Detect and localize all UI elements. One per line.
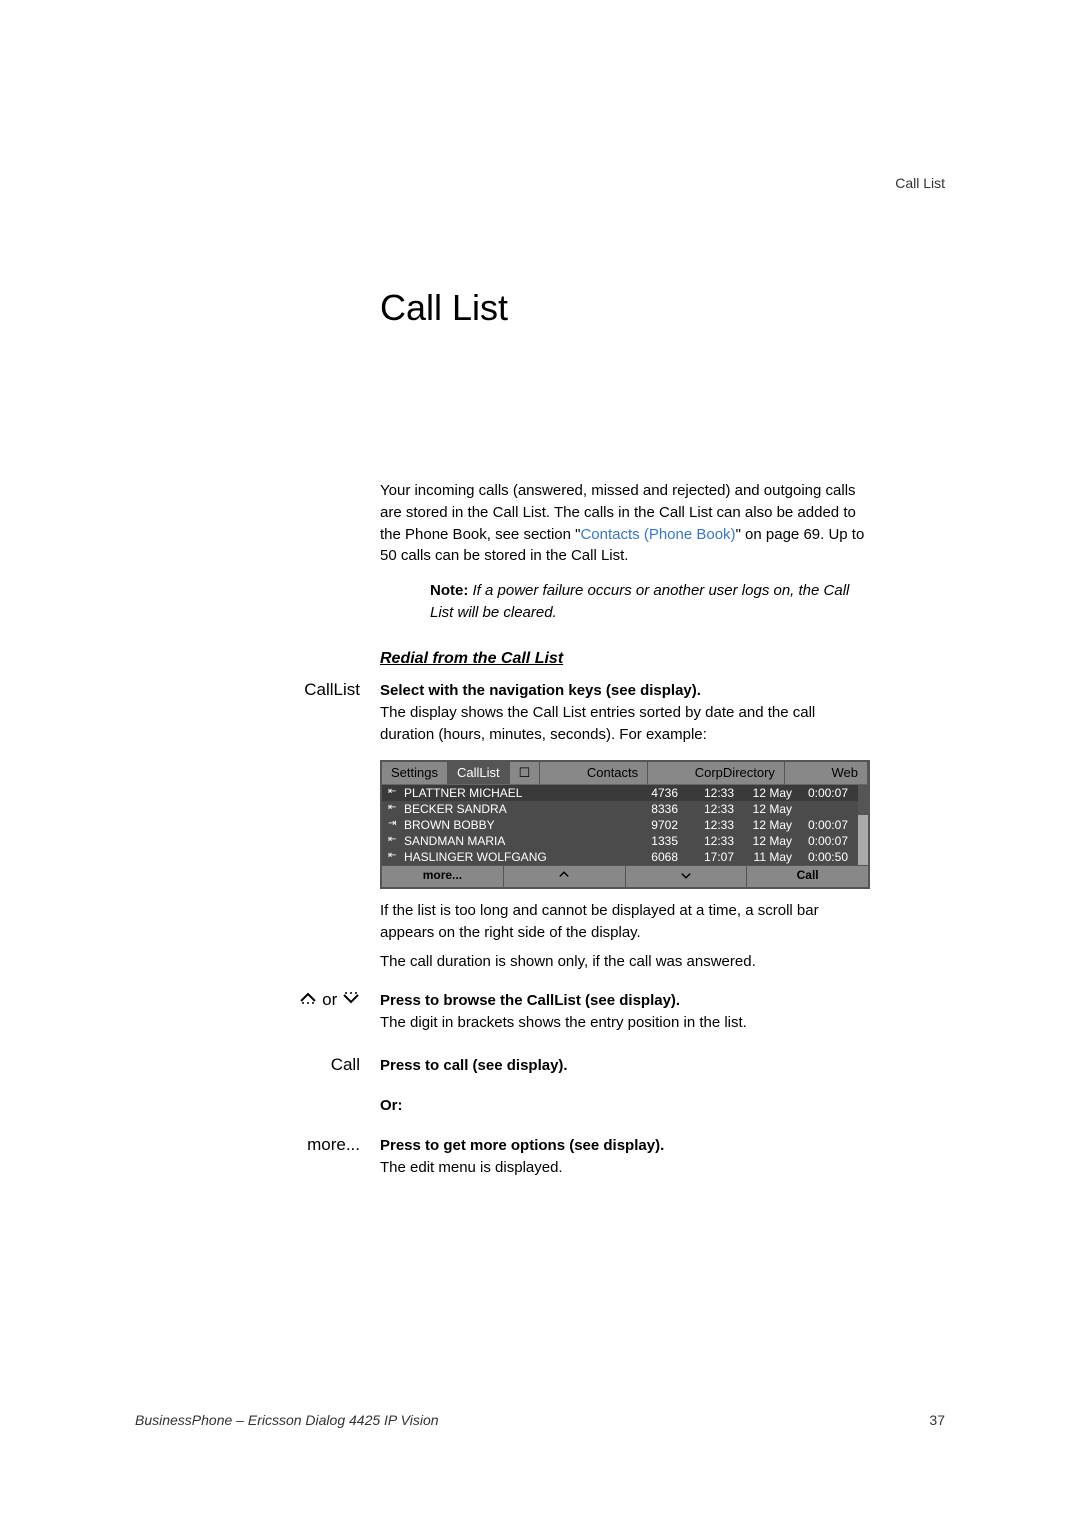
incoming-call-icon: ⇤ (388, 850, 404, 864)
phone-tabs: Settings CallList ☐ Contacts CorpDirecto… (382, 762, 868, 785)
or-bold: Or: (380, 1095, 870, 1117)
row-ext: 4736 (640, 786, 688, 800)
softkey-nav-down-icon[interactable] (626, 866, 748, 887)
row-name: SANDMAN MARIA (404, 834, 640, 848)
more-text: The edit menu is displayed. (380, 1157, 870, 1179)
instruction-call: Call Press to call (see display). (230, 1055, 870, 1077)
softkey-nav-up-icon[interactable] (504, 866, 626, 887)
footer-product: BusinessPhone – Ericsson Dialog 4425 IP … (135, 1412, 439, 1428)
row-time: 17:07 (688, 850, 734, 864)
outgoing-call-icon: ⇥ (388, 818, 404, 832)
tab-blank[interactable]: ☐ (510, 762, 541, 784)
tab-corpdirectory[interactable]: CorpDirectory (686, 762, 785, 784)
instruction-or: Or: (230, 1095, 870, 1117)
or-text: or (322, 990, 342, 1009)
row-time: 12:33 (688, 802, 734, 816)
scrollbar[interactable] (858, 785, 868, 865)
instruction-more: more... Press to get more options (see d… (230, 1135, 870, 1179)
list-item[interactable]: ⇤ BECKER SANDRA 8336 12:33 12 May (382, 801, 858, 817)
tab-calllist[interactable]: CallList (448, 762, 510, 784)
incoming-call-icon: ⇤ (388, 802, 404, 816)
calllist-text: The display shows the Call List entries … (380, 702, 870, 746)
softkey-more[interactable]: more... (382, 866, 504, 887)
tab-contacts[interactable]: Contacts (578, 762, 648, 784)
list-item[interactable]: ⇤ PLATTNER MICHAEL 4736 12:33 12 May 0:0… (382, 785, 858, 801)
page-footer: BusinessPhone – Ericsson Dialog 4425 IP … (135, 1412, 945, 1428)
row-date: 12 May (734, 786, 792, 800)
instruction-calllist: CallList Select with the navigation keys… (230, 680, 870, 745)
row-duration: 0:00:07 (792, 786, 852, 800)
scroll-thumb[interactable] (858, 785, 868, 815)
intro-paragraph: Your incoming calls (answered, missed an… (380, 480, 870, 567)
list-item[interactable]: ⇤ HASLINGER WOLFGANG 6068 17:07 11 May 0… (382, 849, 858, 865)
calllist-label: CallList (230, 680, 380, 745)
navkeys-label: or (230, 990, 380, 1034)
tab-settings[interactable]: Settings (382, 762, 448, 784)
tab-web[interactable]: Web (823, 762, 869, 784)
contacts-link[interactable]: Contacts (Phone Book) (580, 526, 735, 543)
navkeys-text: The digit in brackets shows the entry po… (380, 1012, 870, 1034)
list-item[interactable]: ⇥ BROWN BOBBY 9702 12:33 12 May 0:00:07 (382, 817, 858, 833)
row-name: BROWN BOBBY (404, 818, 640, 832)
softkey-bar: more... Call (382, 865, 868, 887)
call-bold: Press to call (see display). (380, 1055, 870, 1077)
row-duration: 0:00:07 (792, 834, 852, 848)
incoming-call-icon: ⇤ (388, 786, 404, 800)
row-date: 12 May (734, 818, 792, 832)
navkeys-bold: Press to browse the CallList (see displa… (380, 990, 870, 1012)
row-name: PLATTNER MICHAEL (404, 786, 640, 800)
row-ext: 8336 (640, 802, 688, 816)
nav-arrow-up-icon (299, 991, 317, 1010)
row-ext: 6068 (640, 850, 688, 864)
call-list-entries: ⇤ PLATTNER MICHAEL 4736 12:33 12 May 0:0… (382, 785, 858, 865)
row-name: HASLINGER WOLFGANG (404, 850, 640, 864)
row-date: 12 May (734, 802, 792, 816)
row-time: 12:33 (688, 818, 734, 832)
incoming-call-icon: ⇤ (388, 834, 404, 848)
note-label: Note: (430, 582, 468, 599)
row-date: 12 May (734, 834, 792, 848)
phone-display: Settings CallList ☐ Contacts CorpDirecto… (380, 760, 870, 889)
row-name: BECKER SANDRA (404, 802, 640, 816)
post-display-1: If the list is too long and cannot be di… (380, 900, 870, 944)
row-time: 12:33 (688, 834, 734, 848)
more-label: more... (230, 1135, 380, 1179)
section-heading: Redial from the Call List (380, 650, 563, 668)
row-ext: 1335 (640, 834, 688, 848)
instruction-navkeys: or Press to browse the CallList (see dis… (230, 990, 870, 1034)
row-duration: 0:00:50 (792, 850, 852, 864)
page-number: 37 (929, 1412, 945, 1428)
note-block: Note: If a power failure occurs or anoth… (430, 580, 860, 624)
nav-arrow-down-icon (342, 991, 360, 1010)
row-time: 12:33 (688, 786, 734, 800)
note-text: If a power failure occurs or another use… (430, 582, 849, 621)
softkey-call[interactable]: Call (747, 866, 868, 887)
row-ext: 9702 (640, 818, 688, 832)
more-bold: Press to get more options (see display). (380, 1135, 870, 1157)
post-display-2: The call duration is shown only, if the … (380, 953, 870, 970)
row-duration (792, 802, 852, 816)
page-title: Call List (380, 287, 508, 329)
list-item[interactable]: ⇤ SANDMAN MARIA 1335 12:33 12 May 0:00:0… (382, 833, 858, 849)
row-date: 11 May (734, 850, 792, 864)
calllist-bold: Select with the navigation keys (see dis… (380, 680, 870, 702)
running-header: Call List (895, 175, 945, 191)
row-duration: 0:00:07 (792, 818, 852, 832)
call-label: Call (230, 1055, 380, 1077)
